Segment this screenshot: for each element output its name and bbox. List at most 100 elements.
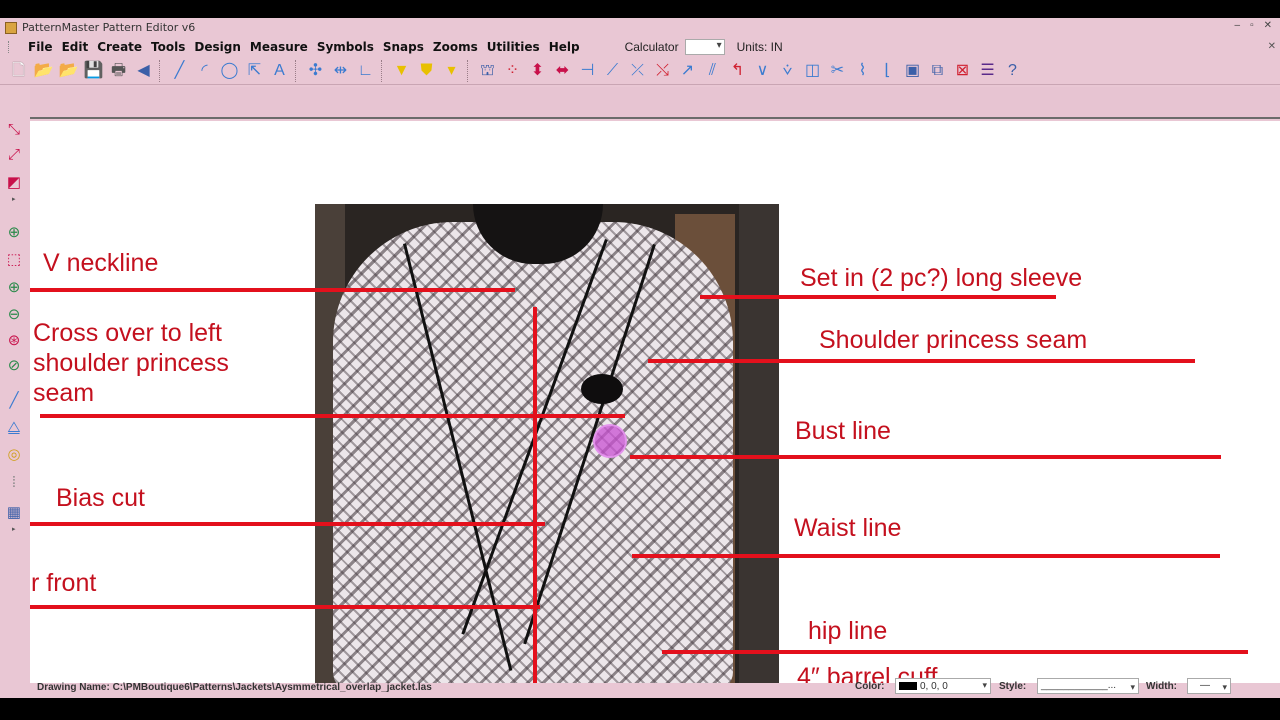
toolbar-separator [295,59,303,82]
title-bar: PatternMaster Pattern Editor v6 – ▫ ✕ [0,18,1280,37]
zoom-in-icon[interactable]: ⊕ [4,222,24,242]
drawing-canvas[interactable]: V neckline Cross over to left shoulder p… [30,121,1280,683]
properties-list-icon[interactable]: ☰ [975,59,1000,83]
points-icon[interactable]: ⁘ [500,59,525,83]
calculator-dropdown[interactable] [684,39,725,55]
flip-horizontal-icon[interactable]: ⬌ [550,59,575,83]
menu-zooms[interactable]: Zooms [433,40,478,54]
layers-icon[interactable]: ⧉ [925,59,950,83]
zoom-fit-icon[interactable]: ⊛ [4,330,24,350]
text-tool-icon[interactable]: A [267,59,292,83]
toolbar-separator [381,59,389,82]
annotation-shoulder-princess: Shoulder princess seam [819,326,1088,354]
expand-arrow-icon[interactable]: ▸ [12,195,16,203]
scissors-icon[interactable]: ✂ [825,59,850,83]
menu-utilities[interactable]: Utilities [487,40,540,54]
maximize-button[interactable]: ▫ [1250,20,1254,31]
sleeve-pointer [700,295,1056,299]
open-folder-icon[interactable]: 📂 [31,59,56,83]
menu-grip[interactable] [8,41,28,53]
bridge-icon[interactable]: ⛫ [475,59,500,83]
chevron-down-icon: ▾ [1130,682,1135,692]
app-logo-icon [5,21,17,34]
zoom-window-icon[interactable]: ⬚ [4,249,24,269]
waist-line-pointer [632,554,1220,558]
cross-over-pointer [40,414,625,418]
expand-arrow-icon[interactable]: ▸ [12,525,16,533]
arc-tool-icon[interactable]: ◜ [192,59,217,83]
menu-edit[interactable]: Edit [62,40,89,54]
select-point-icon[interactable]: ⤡ [4,119,24,139]
zoom-all-icon[interactable]: ⊘ [4,355,24,375]
transform-icon[interactable]: ✣ [303,59,328,83]
select-line-icon[interactable]: ⤢ [4,144,24,164]
toolbar-separator [467,59,475,82]
undo-icon[interactable]: ◀ [131,59,156,83]
pleat-tool-icon[interactable]: ⛊ [414,59,439,83]
menu-design[interactable]: Design [194,40,241,54]
move-point-icon[interactable]: ↗ [675,59,700,83]
draw-line-icon[interactable]: ╱ [4,390,24,410]
menu-symbols[interactable]: Symbols [317,40,374,54]
calculator-icon[interactable]: ▦ [4,502,24,522]
main-toolbar: 🗋 📂 📂 💾 🖶 ◀ ╱ ◜ ◯ ⇱ A ✣ ⇹ ∟ ▼ ⛊ ▾ ⛫ ⁘ ⬍ ⬌ ⊣ ⟋ ⤫ ⤯ ↗ ⫽ ↰ ∨ ⩒ ◫ ✂ ⌇ ⌊ ▣ ⧉ ⊠ ☰? [0,57,1280,85]
save-icon[interactable]: 💾 [81,59,106,83]
r-front-pointer [30,605,540,609]
dart-tool-icon[interactable]: ▼ [389,59,414,83]
dots-icon[interactable]: ⁞ [4,472,24,492]
curve-icon[interactable]: ⌇ [850,59,875,83]
zoom-out-icon[interactable]: ⊖ [4,304,24,324]
zoom-plus-icon[interactable]: ⊕ [4,277,24,297]
annotation-cross-over: Cross over to left shoulder princess sea… [33,319,229,407]
select-piece-icon[interactable]: ◩ [4,172,24,192]
menu-close-icon[interactable]: ✕ [1268,41,1276,52]
corner-icon[interactable]: ↰ [725,59,750,83]
menu-measure[interactable]: Measure [250,40,308,54]
menu-tools[interactable]: Tools [151,40,185,54]
extend-line-icon[interactable]: ⤯ [650,59,675,83]
line-tool-icon[interactable]: ╱ [167,59,192,83]
close-button[interactable]: ✕ [1264,20,1272,31]
angle-icon[interactable]: ∟ [353,59,378,83]
notch-icon[interactable]: ⊣ [575,59,600,83]
draw-angle-icon[interactable]: ⧋ [4,417,24,437]
vee-icon[interactable]: ∨ [750,59,775,83]
style-value: ____________... [1041,680,1117,691]
help-icon[interactable]: ? [1000,59,1025,83]
delete-piece-icon[interactable]: ⊠ [950,59,975,83]
fit-icon[interactable]: ▣ [900,59,925,83]
center-front-line [533,307,537,683]
annotation-r-front: r front [31,569,97,597]
print-icon[interactable]: 🖶 [106,59,131,83]
open-file-icon[interactable]: 📂 [56,59,81,83]
cut-line-icon[interactable]: ⟋ [600,59,625,83]
select-arrow-icon[interactable]: ⇱ [242,59,267,83]
split-line-icon[interactable]: ⤫ [625,59,650,83]
menu-create[interactable]: Create [97,40,142,54]
width-dropdown[interactable]: — ▾ [1187,678,1231,694]
rectangle-icon[interactable]: ◫ [800,59,825,83]
jacket-brooch [581,374,623,404]
style-dropdown[interactable]: ____________... ▾ [1037,678,1139,694]
circle-tool-icon[interactable]: ◯ [217,59,242,83]
menu-snaps[interactable]: Snaps [383,40,424,54]
minimize-button[interactable]: – [1235,20,1241,31]
menu-bar: File Edit Create Tools Design Measure Sy… [0,37,1280,57]
width-label: Width: [1146,681,1178,692]
menu-file[interactable]: File [28,40,53,54]
color-dropdown[interactable]: 0, 0, 0 ▾ [895,678,991,694]
style-label: Style: [999,681,1027,692]
menu-help[interactable]: Help [549,40,580,54]
flip-vertical-icon[interactable]: ⬍ [525,59,550,83]
chevron-down-icon: ▾ [982,680,987,690]
property-bar [30,87,1280,119]
annotation-bias-cut: Bias cut [56,484,145,512]
tape-measure-icon[interactable]: ◎ [4,444,24,464]
new-file-icon[interactable]: 🗋 [6,59,31,83]
grade-icon[interactable]: ⌊ [875,59,900,83]
measure-width-icon[interactable]: ⇹ [328,59,353,83]
tuck-tool-icon[interactable]: ▾ [439,59,464,83]
hip-line-pointer [662,650,1248,654]
parallel-icon[interactable]: ⫽ [700,59,725,83]
vee-dart-icon[interactable]: ⩒ [775,59,800,83]
